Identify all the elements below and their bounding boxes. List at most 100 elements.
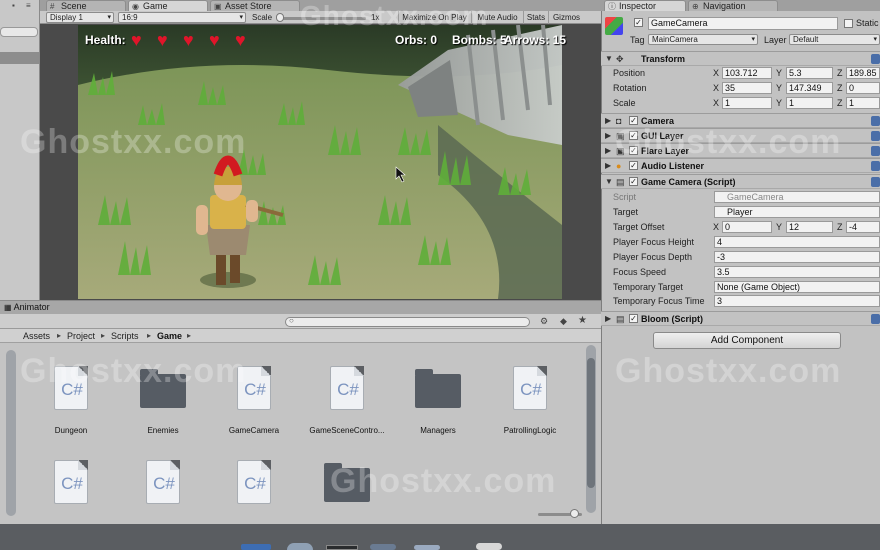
- maximize-on-play-button[interactable]: Maximize On Play: [398, 11, 470, 24]
- hierarchy-selected-row[interactable]: [0, 52, 39, 64]
- aspect-dropdown[interactable]: 16:9 ▾: [118, 12, 246, 23]
- script-asset-patrollinglogic[interactable]: C#: [513, 366, 547, 410]
- flare-layer-component-header[interactable]: ▶ ▣ ✓ Flare Layer: [601, 143, 880, 158]
- gui-layer-enabled-checkbox[interactable]: ✓: [629, 131, 638, 140]
- audio-listener-component-header[interactable]: ▶ ● ✓ Audio Listener: [601, 158, 880, 173]
- expand-triangle-icon: ▼: [605, 54, 613, 63]
- tab-scene[interactable]: # Scene: [46, 0, 126, 11]
- script-asset[interactable]: C#: [54, 460, 88, 504]
- player-focus-height-field[interactable]: 4: [714, 236, 880, 248]
- dock-item[interactable]: [370, 544, 396, 550]
- game-camera-script-enabled-checkbox[interactable]: ✓: [629, 177, 638, 186]
- hierarchy-search-field[interactable]: [0, 27, 38, 37]
- gizmos-dropdown[interactable]: Gizmos: [548, 11, 584, 24]
- object-name-field[interactable]: GameCamera: [648, 17, 838, 30]
- game-camera-script-header[interactable]: ▼ ▤ ✓ Game Camera (Script): [601, 174, 880, 189]
- temporary-target-field[interactable]: None (Game Object): [714, 281, 880, 293]
- rotation-x-field[interactable]: 35: [722, 82, 772, 94]
- folder-asset-enemies[interactable]: [140, 369, 186, 408]
- target-offset-y-field[interactable]: 12: [786, 221, 833, 233]
- help-icon[interactable]: [871, 54, 880, 64]
- scale-x-field[interactable]: 1: [722, 97, 772, 109]
- display-dropdown[interactable]: Display 1 ▾: [46, 12, 114, 23]
- tab-navigation[interactable]: ⊕ Navigation: [688, 0, 778, 11]
- tab-inspector[interactable]: ⓘ Inspector: [604, 0, 686, 11]
- icon-size-slider-thumb[interactable]: [570, 509, 579, 518]
- script-asset[interactable]: C#: [146, 460, 180, 504]
- breadcrumb-scripts[interactable]: Scripts: [111, 331, 139, 341]
- tab-asset-store-label: Asset Store: [225, 1, 272, 11]
- player-focus-depth-field[interactable]: -3: [714, 251, 880, 263]
- project-tree-scrollbar[interactable]: [6, 350, 16, 516]
- static-checkbox[interactable]: [844, 19, 853, 28]
- script-asset-gamecamera[interactable]: C#: [237, 366, 271, 410]
- project-search-input[interactable]: [285, 317, 530, 327]
- hierarchy-lock-icon[interactable]: ▪: [12, 1, 15, 10]
- folder-asset-managers[interactable]: [415, 369, 461, 408]
- collapse-triangle-icon: ▶: [605, 314, 612, 323]
- rotation-z-field[interactable]: 0: [846, 82, 880, 94]
- breadcrumb-game[interactable]: Game: [157, 331, 182, 341]
- scale-y-field[interactable]: 1: [786, 97, 833, 109]
- focus-speed-field[interactable]: 3.5: [714, 266, 880, 278]
- temporary-focus-time-field[interactable]: 3: [714, 295, 880, 307]
- dock-item[interactable]: [476, 543, 502, 550]
- target-offset-x-field[interactable]: 0: [722, 221, 772, 233]
- tab-game[interactable]: ◉ Game: [128, 0, 208, 11]
- script-asset-dungeon[interactable]: C#: [54, 366, 88, 410]
- gui-layer-title: GUI Layer: [641, 131, 684, 141]
- script-asset-gamescenecontroller[interactable]: C#: [330, 366, 364, 410]
- position-x-field[interactable]: 103.712: [722, 67, 772, 79]
- breadcrumb-project[interactable]: Project: [67, 331, 95, 341]
- position-y-field[interactable]: 5.3: [786, 67, 833, 79]
- position-z-field[interactable]: 189.85: [846, 67, 880, 79]
- layer-dropdown[interactable]: Default ▾: [789, 34, 880, 45]
- help-icon[interactable]: [871, 314, 880, 324]
- scale-slider-track[interactable]: [278, 17, 366, 20]
- axis-x-label: X: [713, 98, 720, 108]
- help-icon[interactable]: [871, 131, 880, 141]
- animator-tab[interactable]: ▦ Animator: [4, 301, 74, 314]
- breadcrumb-separator-icon: ▸: [101, 331, 106, 340]
- filter-by-type-icon[interactable]: ⚙: [540, 316, 548, 327]
- camera-icon: ◘: [616, 116, 622, 126]
- tab-asset-store[interactable]: ▣ Asset Store: [210, 0, 300, 11]
- flare-layer-enabled-checkbox[interactable]: ✓: [629, 146, 638, 155]
- help-icon[interactable]: [871, 116, 880, 126]
- bloom-script-title: Bloom (Script): [641, 314, 703, 324]
- help-icon[interactable]: [871, 161, 880, 171]
- dock-item[interactable]: [326, 545, 358, 550]
- audio-listener-enabled-checkbox[interactable]: ✓: [629, 161, 638, 170]
- bloom-script-enabled-checkbox[interactable]: ✓: [629, 314, 638, 323]
- dock-item[interactable]: [241, 544, 271, 550]
- game-viewport[interactable]: [78, 25, 562, 299]
- camera-component-header[interactable]: ▶ ◘ ✓ Camera: [601, 113, 880, 128]
- target-field[interactable]: Player: [714, 206, 880, 218]
- hierarchy-menu-icon[interactable]: ≡: [26, 1, 31, 10]
- active-checkbox[interactable]: ✓: [634, 18, 643, 27]
- csharp-icon: C#: [61, 380, 83, 399]
- dock-item[interactable]: [414, 545, 440, 550]
- breadcrumb-assets[interactable]: Assets: [23, 331, 50, 341]
- filter-by-label-icon[interactable]: ◆: [560, 316, 567, 327]
- add-component-button[interactable]: Add Component: [653, 332, 841, 349]
- stats-button[interactable]: Stats: [523, 11, 548, 24]
- folder-asset[interactable]: [324, 463, 370, 502]
- target-offset-z-field[interactable]: -4: [846, 221, 880, 233]
- rotation-y-field[interactable]: 147.349: [786, 82, 833, 94]
- help-icon[interactable]: [871, 146, 880, 156]
- bloom-script-header[interactable]: ▶ ▤ ✓ Bloom (Script): [601, 311, 880, 326]
- script-asset[interactable]: C#: [237, 460, 271, 504]
- scale-z-field[interactable]: 1: [846, 97, 880, 109]
- help-icon[interactable]: [871, 177, 880, 187]
- camera-enabled-checkbox[interactable]: ✓: [629, 116, 638, 125]
- scale-slider-thumb[interactable]: [276, 13, 284, 22]
- gui-layer-component-header[interactable]: ▶ ▣ ✓ GUI Layer: [601, 128, 880, 143]
- dock-item[interactable]: [287, 543, 313, 550]
- tag-dropdown[interactable]: MainCamera ▾: [648, 34, 758, 45]
- project-assets-scrollbar-thumb[interactable]: [587, 358, 595, 488]
- collapse-triangle-icon: ▶: [605, 116, 612, 125]
- favorites-star-icon[interactable]: ★: [578, 315, 587, 326]
- mute-audio-button[interactable]: Mute Audio: [471, 11, 523, 24]
- transform-component-header[interactable]: ▼ ✥ Transform: [601, 51, 880, 66]
